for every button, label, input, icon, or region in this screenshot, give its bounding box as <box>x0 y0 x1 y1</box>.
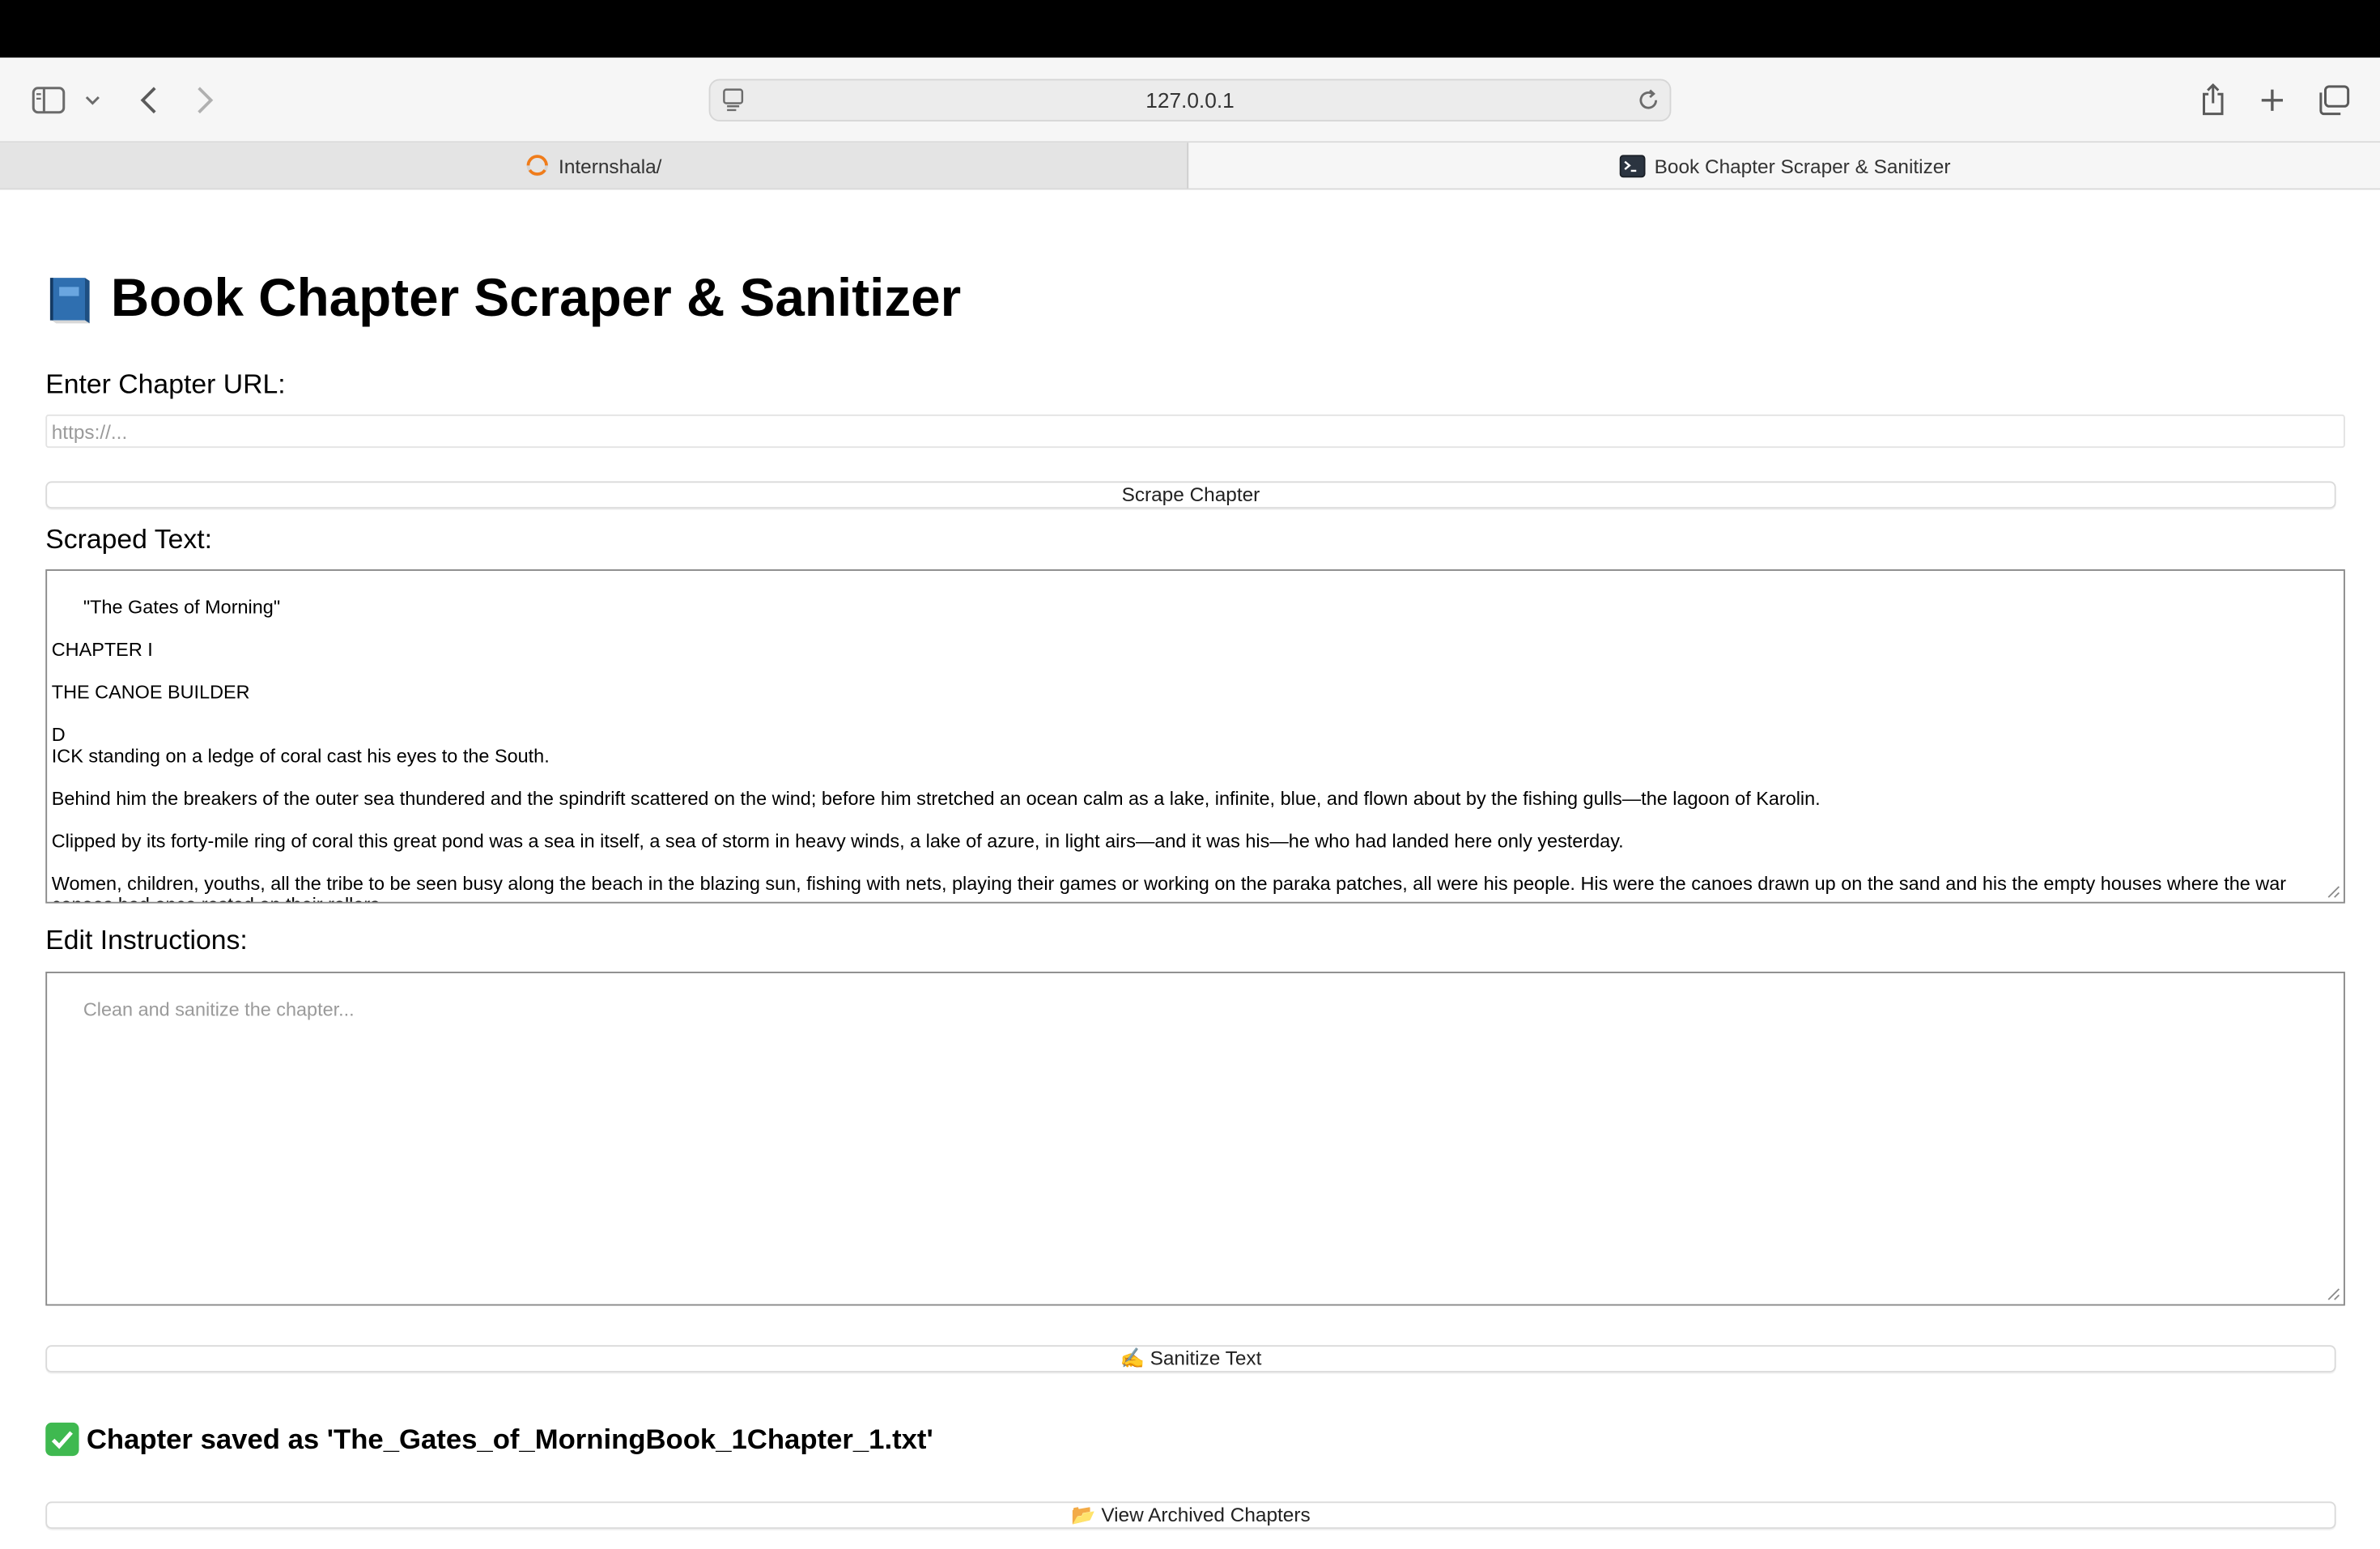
edit-instructions-placeholder: Clean and sanitize the chapter... <box>83 998 355 1020</box>
tab-book-chapter-scraper[interactable]: Book Chapter Scraper & Sanitizer <box>1190 143 2380 189</box>
reload-icon[interactable] <box>1636 88 1660 120</box>
status-message: Chapter saved as 'The_Gates_of_MorningBo… <box>45 1422 933 1457</box>
scraped-text-area[interactable]: "The Gates of Morning" CHAPTER I THE CAN… <box>45 569 2345 904</box>
url-text: 127.0.0.1 <box>1145 87 1235 113</box>
sanitize-text-button[interactable]: ✍️ Sanitize Text <box>45 1345 2336 1372</box>
url-label: Enter Chapter URL: <box>45 368 286 400</box>
tab-internshala[interactable]: Internshala/ <box>0 143 1189 189</box>
chapter-url-input[interactable] <box>45 414 2345 449</box>
new-tab-icon[interactable] <box>2253 80 2293 120</box>
address-bar[interactable]: 127.0.0.1 <box>708 79 1672 121</box>
status-message-text: Chapter saved as 'The_Gates_of_MorningBo… <box>86 1422 933 1455</box>
chevron-down-icon[interactable] <box>74 80 111 120</box>
scraped-text-content: "The Gates of Morning" CHAPTER I THE CAN… <box>51 596 2287 902</box>
resize-grip-icon[interactable] <box>2327 1287 2340 1301</box>
scrape-chapter-button[interactable]: Scrape Chapter <box>45 481 2336 509</box>
back-icon[interactable] <box>129 80 168 120</box>
sidebar-toggle-icon[interactable] <box>29 80 69 120</box>
page-title-text: Book Chapter Scraper & Sanitizer <box>110 268 962 328</box>
blue-book-icon <box>45 274 94 326</box>
page-title: Book Chapter Scraper & Sanitizer <box>45 269 961 330</box>
check-mark-icon <box>45 1422 79 1457</box>
resize-grip-icon[interactable] <box>2327 885 2340 899</box>
view-archived-chapters-button[interactable]: 📂 View Archived Chapters <box>45 1501 2336 1530</box>
system-menu-bar <box>0 0 2380 58</box>
tab-bar: Internshala/ Book Chapter Scraper & Sani… <box>0 143 2380 190</box>
forward-icon[interactable] <box>185 80 225 120</box>
share-icon[interactable] <box>2193 80 2233 120</box>
tab-overview-icon[interactable] <box>2314 80 2353 120</box>
tab-label: Book Chapter Scraper & Sanitizer <box>1654 154 1951 177</box>
edit-instructions-label: Edit Instructions: <box>45 924 248 955</box>
page-content: Book Chapter Scraper & Sanitizer Enter C… <box>0 189 2380 1549</box>
terminal-icon <box>1619 154 1646 177</box>
scraped-text-label: Scraped Text: <box>45 523 213 555</box>
loading-spinner-icon <box>525 153 550 177</box>
browser-toolbar: 127.0.0.1 <box>0 57 2380 143</box>
edit-instructions-area[interactable]: Clean and sanitize the chapter... <box>45 972 2345 1306</box>
tab-label: Internshala/ <box>559 154 662 177</box>
